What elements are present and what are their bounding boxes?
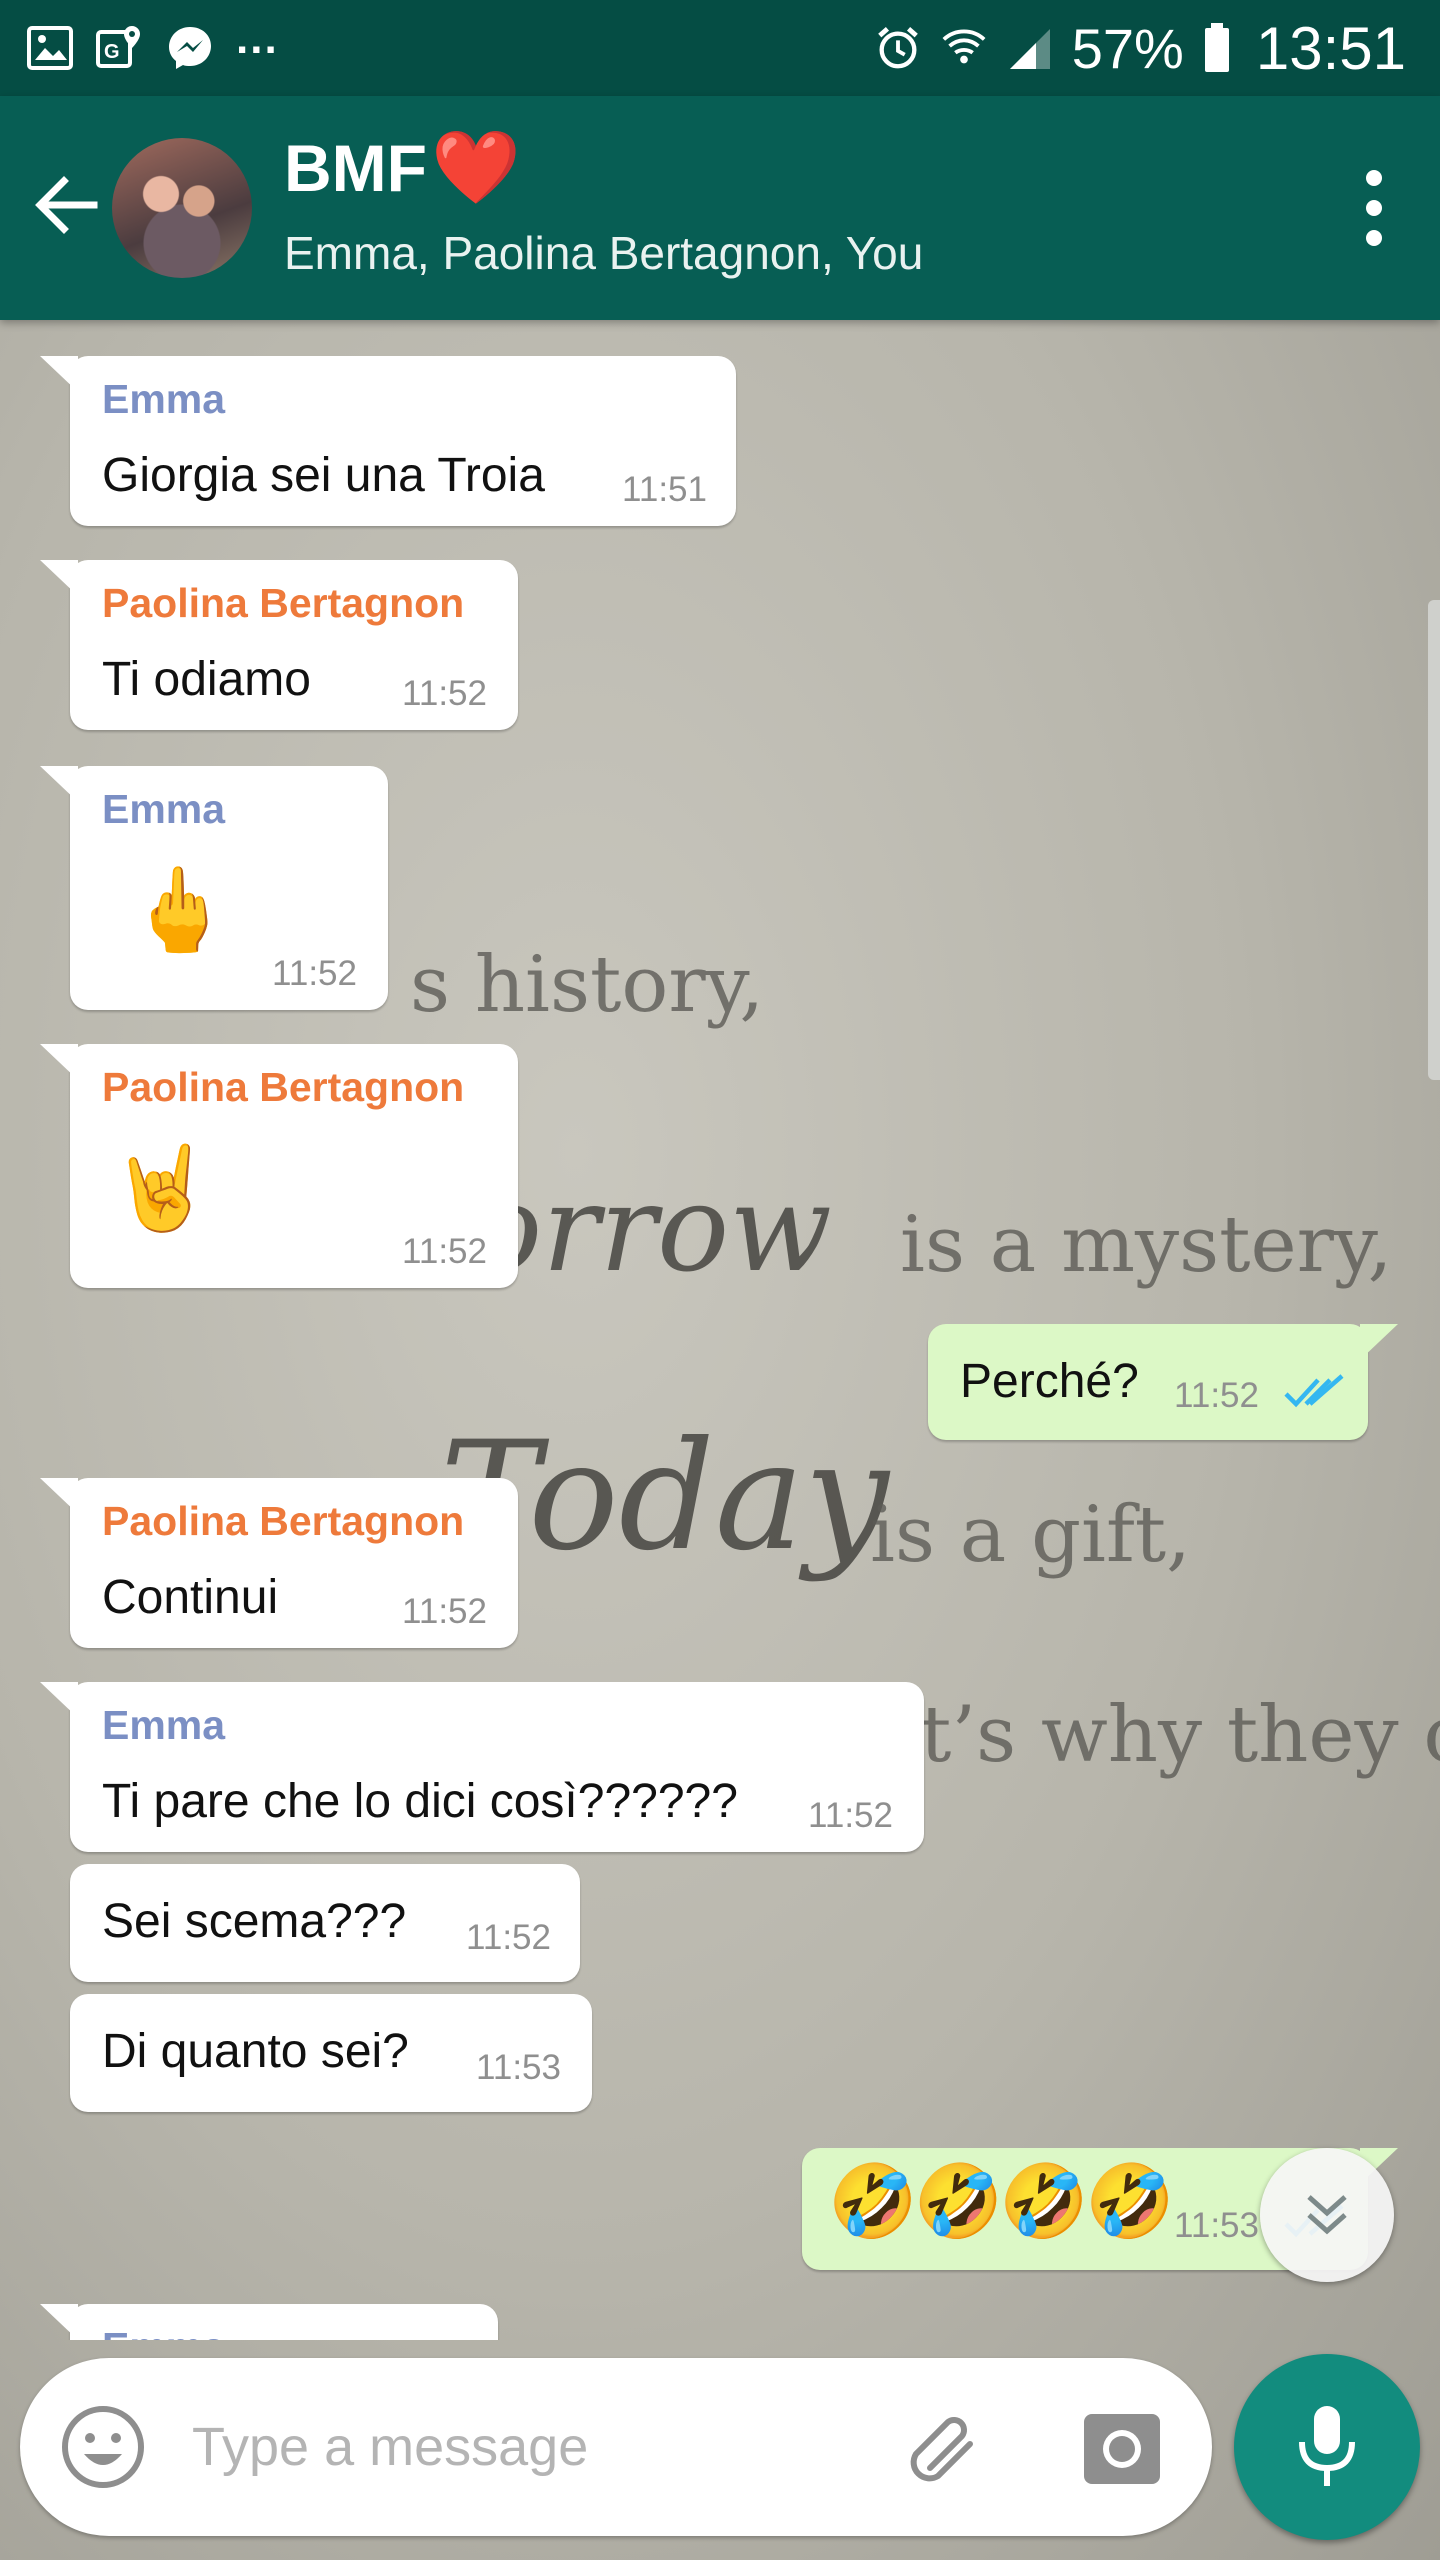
message-sender[interactable]: Paolina Bertagnon [102,1064,464,1111]
message-incoming[interactable]: Emma [40,2304,498,2340]
group-avatar[interactable] [112,138,252,278]
group-participants[interactable]: Emma, Paolina Bertagnon, You [284,226,923,280]
message-sender[interactable]: Emma [102,786,225,833]
message-outgoing[interactable]: Perché? 11:52 [928,1324,1398,1440]
double-check-read-icon [1284,1372,1344,1412]
message-input[interactable] [190,2396,874,2498]
messenger-icon [166,24,214,72]
message-incoming[interactable]: Paolina Bertagnon Continui 11:52 [40,1478,518,1648]
signal-icon [1006,24,1054,72]
message-incoming[interactable]: Sei scema??? 11:52 [70,1864,580,1982]
message-time: 11:52 [272,954,357,993]
emoji-button[interactable] [60,2404,146,2490]
message-text: Sei scema??? [102,1895,407,1948]
voice-message-button[interactable] [1234,2354,1420,2540]
battery-percentage: 57% [1071,16,1184,80]
message-emoji: 🖕 [128,865,231,956]
wifi-icon [940,24,988,72]
camera-icon [1084,2414,1160,2484]
message-incoming[interactable]: Paolina Bertagnon 🤘 11:52 [40,1044,518,1288]
heart-icon: ❤️ [430,128,521,208]
status-bar: G ... 57% 13:51 [0,0,1440,96]
scroll-to-bottom-button[interactable] [1260,2148,1394,2282]
message-text: Ti pare che lo dici così?????? [102,1775,738,1828]
more-vert-icon-dot [1366,200,1382,216]
message-incoming[interactable]: Di quanto sei? 11:53 [70,1994,592,2112]
more-notifications-indicator: ... [236,14,279,63]
message-incoming[interactable]: Paolina Bertagnon Ti odiamo 11:52 [40,560,518,730]
message-time: 11:51 [622,470,707,509]
message-text: Di quanto sei? [102,2025,409,2078]
chat-header: BMF ❤️ Emma, Paolina Bertagnon, You [0,96,1440,320]
message-incoming[interactable]: Emma Ti pare che lo dici così?????? 11:5… [40,1682,924,1852]
message-sender[interactable]: Emma [102,376,225,423]
microphone-icon [1299,2406,1355,2486]
camera-button[interactable] [1078,2404,1166,2492]
paperclip-icon [910,2417,973,2482]
message-composer [20,2358,1212,2536]
message-text: Ti odiamo [102,653,311,706]
message-incoming[interactable]: Emma 🖕 11:52 [40,766,388,1010]
chat-title[interactable]: BMF ❤️ [284,130,521,206]
message-sender[interactable]: Paolina Bertagnon [102,1498,464,1545]
status-clock: 13:51 [1255,14,1406,82]
message-incoming[interactable]: Emma Giorgia sei una Troia 11:51 [40,356,736,526]
group-name: BMF [284,131,427,205]
arrow-left-icon [35,176,98,234]
svg-text:G: G [104,41,120,63]
message-time: 11:53 [1174,2206,1259,2245]
message-time: 11:52 [402,1232,487,1271]
message-sender[interactable]: Emma [102,2324,225,2340]
overflow-menu-button[interactable] [1344,164,1404,252]
more-vert-icon-dot [1366,170,1382,186]
scroll-indicator [1428,600,1440,1080]
message-time: 11:52 [466,1918,551,1957]
message-time: 11:52 [402,1592,487,1631]
gallery-icon [26,24,74,72]
double-chevron-down-icon [1307,2195,1347,2235]
message-text: Giorgia sei una Troia [102,449,545,502]
attach-button[interactable] [900,2404,988,2492]
battery-icon [1202,23,1232,72]
message-sender[interactable]: Emma [102,1702,225,1749]
message-time: 11:53 [476,2048,561,2087]
alarm-icon [874,24,922,72]
message-sender[interactable]: Paolina Bertagnon [102,580,464,627]
message-time: 11:52 [808,1796,893,1835]
message-time: 11:52 [402,674,487,713]
maps-icon: G [96,24,144,72]
message-time: 11:52 [1174,1376,1259,1415]
smiley-icon [62,2406,144,2488]
back-button[interactable] [28,168,102,242]
more-vert-icon-dot [1366,230,1382,246]
message-emoji: 🤣🤣🤣🤣 [828,2162,1175,2242]
message-emoji: 🤘 [110,1143,213,1234]
message-text: Continui [102,1571,279,1624]
message-text: Perché? [960,1355,1139,1408]
message-list[interactable]: Emma Giorgia sei una Troia 11:51 Paolina… [0,320,1440,2340]
